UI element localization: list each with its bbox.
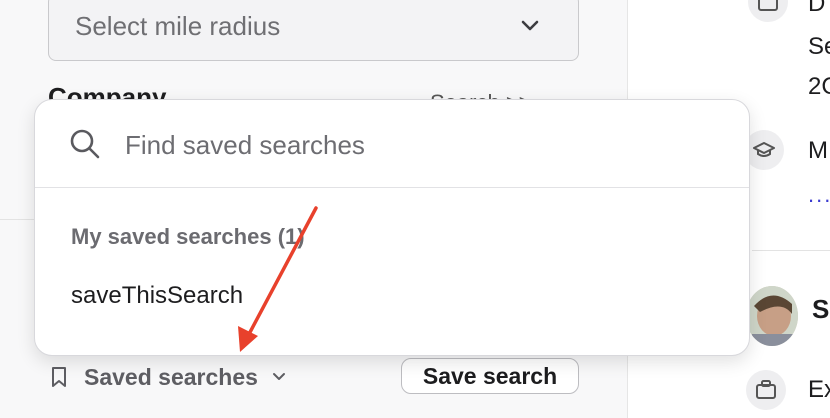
briefcase-icon	[746, 370, 786, 410]
chevron-down-icon	[521, 20, 539, 31]
avatar	[746, 286, 798, 346]
my-saved-searches-header: My saved searches (1)	[71, 224, 305, 249]
saved-searches-label: Saved searches	[84, 363, 258, 390]
save-search-button[interactable]: Save search	[401, 358, 579, 394]
profile-row-1-title: D	[808, 0, 826, 17]
show-more-link[interactable]: ...	[808, 182, 830, 208]
bookmark-icon	[52, 367, 66, 387]
mile-radius-placeholder: Select mile radius	[75, 11, 281, 41]
mile-radius-select[interactable]: Select mile radius	[48, 0, 579, 61]
profile-row-2-title: M	[808, 137, 828, 164]
saved-searches-button[interactable]: Saved searches	[50, 360, 286, 394]
profile-row-3-title: Ex	[808, 376, 830, 403]
divider	[752, 250, 830, 251]
profile-row-1-line-3: 2C	[808, 73, 830, 100]
chevron-down-icon	[272, 373, 285, 380]
saved-search-find-input[interactable]	[123, 124, 707, 166]
profile-row-1-line-2: Se	[808, 33, 830, 60]
saved-search-search-bar	[35, 100, 749, 188]
graduation-cap-icon	[744, 130, 784, 170]
search-icon	[70, 129, 100, 159]
saved-searches-popover: My saved searches (1) saveThisSearch	[34, 99, 750, 356]
saved-search-item[interactable]: saveThisSearch	[71, 282, 243, 310]
person-name[interactable]: S	[812, 294, 829, 325]
